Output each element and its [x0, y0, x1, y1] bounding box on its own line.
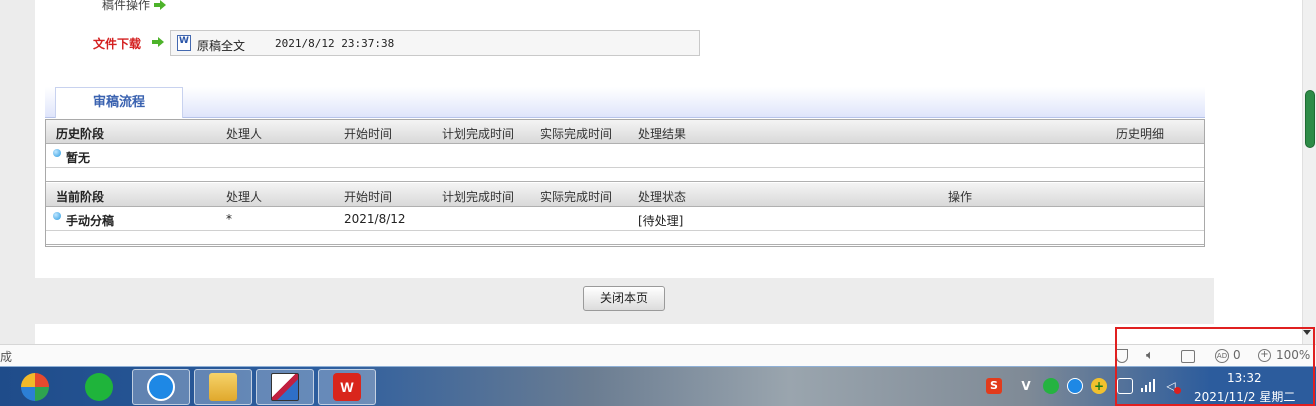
col-start-time: 开始时间 — [344, 127, 393, 141]
taskbar-wechat[interactable] — [70, 369, 128, 405]
col-planned-time: 计划完成时间 — [442, 127, 515, 141]
sogou-browser-icon — [147, 373, 175, 401]
col-history-detail: 历史明细 — [1116, 127, 1165, 141]
wechat-icon — [85, 373, 113, 401]
current-stage-value: 手动分稿 — [66, 214, 115, 228]
book-app-icon — [271, 373, 299, 401]
bullet-icon — [53, 212, 61, 220]
col-current-stage: 当前阶段 — [56, 190, 105, 204]
wechat-tray-icon[interactable] — [1043, 378, 1059, 394]
status-text: 成 — [0, 350, 13, 364]
col-result: 处理结果 — [638, 127, 687, 141]
right-margin — [1214, 0, 1302, 344]
current-header-row: 当前阶段 处理人 开始时间 计划完成时间 实际完成时间 处理状态 操作 — [46, 183, 1204, 207]
flow-header-bar — [45, 87, 1205, 118]
col-actions: 操作 — [948, 190, 973, 204]
download-timestamp: 2021/8/12 23:37:38 — [275, 37, 395, 50]
col-status: 处理状态 — [638, 190, 687, 204]
operations-label: 稿件操作 — [102, 0, 151, 12]
download-file-box[interactable]: 原稿全文 2021/8/12 23:37:38 — [170, 30, 700, 56]
current-handler-value: * — [226, 212, 232, 226]
col-start-time: 开始时间 — [344, 190, 393, 204]
table-spacer — [46, 231, 1204, 245]
col-actual-time: 实际完成时间 — [540, 127, 613, 141]
col-actual-time: 实际完成时间 — [540, 190, 613, 204]
col-handler: 处理人 — [226, 127, 263, 141]
table-spacer — [46, 168, 1204, 182]
wps-icon: W — [333, 373, 361, 401]
word-doc-icon — [177, 35, 191, 51]
green-arrow-icon — [154, 0, 166, 10]
v-tray-icon[interactable]: V — [1018, 378, 1034, 394]
download-label: 文件下载 — [93, 37, 142, 51]
history-stage-value: 暂无 — [66, 151, 91, 165]
sogou-tray-icon[interactable] — [1067, 378, 1083, 394]
green-arrow-icon — [152, 37, 164, 47]
footer-bottom — [35, 324, 1214, 344]
bullet-icon — [53, 149, 61, 157]
sogou-input-icon[interactable]: S — [986, 378, 1002, 394]
current-start-value: 2021/8/12 — [344, 212, 406, 226]
security-tray-icon[interactable]: + — [1091, 378, 1107, 394]
history-header-row: 历史阶段 处理人 开始时间 计划完成时间 实际完成时间 处理结果 历史明细 — [46, 120, 1204, 144]
vertical-scrollbar[interactable] — [1302, 0, 1316, 344]
col-history-stage: 历史阶段 — [56, 127, 105, 141]
current-status-value: [待处理] — [638, 214, 684, 228]
col-planned-time: 计划完成时间 — [442, 190, 515, 204]
review-flow-table: 历史阶段 处理人 开始时间 计划完成时间 实际完成时间 处理结果 历史明细 暂无… — [45, 119, 1205, 247]
col-handler: 处理人 — [226, 190, 263, 204]
taskbar-app[interactable] — [256, 369, 314, 405]
start-orb-icon — [21, 373, 49, 401]
taskbar-sogou-browser[interactable] — [132, 369, 190, 405]
table-row: 暂无 — [46, 144, 1204, 168]
scrollbar-thumb[interactable] — [1305, 90, 1315, 148]
start-button[interactable] — [6, 369, 64, 405]
annotation-highlight-box — [1115, 327, 1315, 406]
taskbar-explorer[interactable] — [194, 369, 252, 405]
download-file-link[interactable]: 原稿全文 — [197, 37, 245, 54]
folder-icon — [209, 373, 237, 401]
tab-review-flow[interactable]: 审稿流程 — [55, 87, 183, 118]
taskbar-wps[interactable]: W — [318, 369, 376, 405]
table-row: 手动分稿 * 2021/8/12 [待处理] — [46, 207, 1204, 231]
close-page-button[interactable]: 关闭本页 — [583, 286, 665, 311]
